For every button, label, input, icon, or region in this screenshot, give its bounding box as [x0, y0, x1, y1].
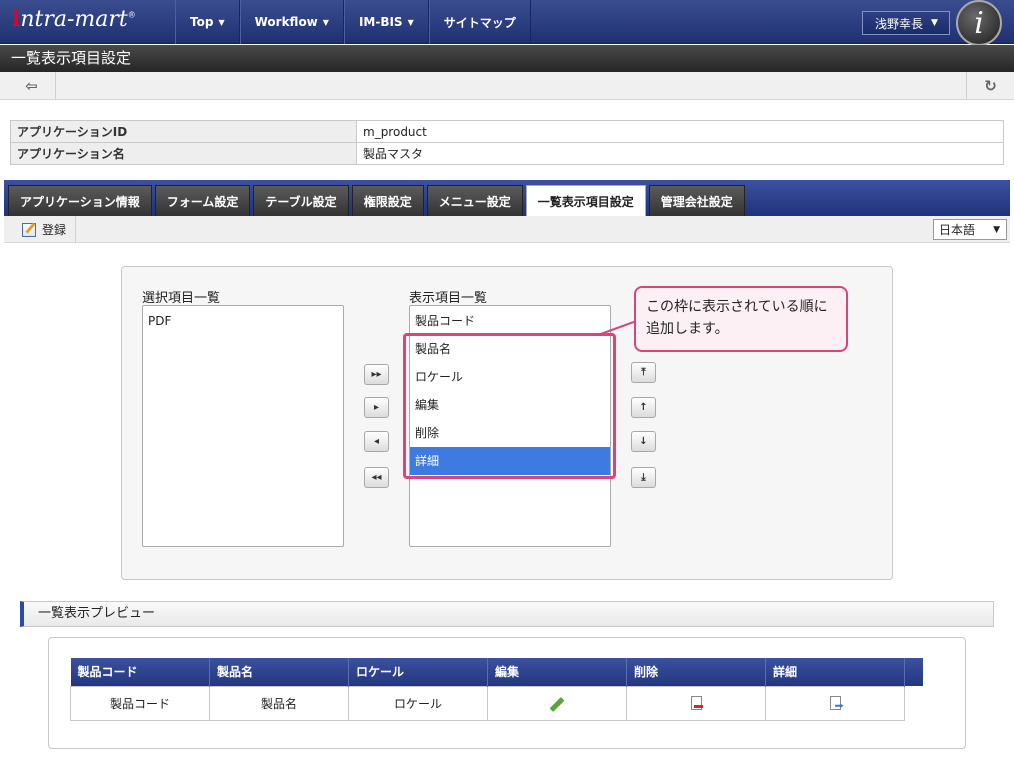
intra-mart-logo[interactable]: intra-mart®: [12, 6, 174, 38]
move-right-button[interactable]: ▸: [364, 397, 389, 418]
action-bar: 登録 日本語 ▼: [4, 216, 1010, 243]
column-header: 製品名: [209, 658, 349, 686]
info-key: アプリケーションID: [10, 120, 357, 143]
available-items-list[interactable]: PDF: [142, 305, 344, 547]
detail-doc-icon[interactable]: [829, 696, 841, 711]
language-select[interactable]: 日本語 ▼: [933, 219, 1007, 240]
annotation-highlight-frame: [403, 333, 616, 479]
tab-app-info[interactable]: アプリケーション情報: [8, 185, 152, 216]
nav-im-bis-label: IM-BIS: [358, 15, 403, 29]
nav-workflow[interactable]: Workflow ▼: [239, 0, 344, 44]
nav-workflow-label: Workflow: [254, 15, 318, 29]
tab-list-display-settings[interactable]: 一覧表示項目設定: [525, 185, 646, 216]
preview-table: 製品コード 製品名 ロケール 編集 削除 詳細 製品コード 製品名 ロケール: [70, 658, 923, 721]
table-row: 製品コード 製品名 ロケール: [70, 685, 923, 721]
scrollbar-gutter: [904, 686, 923, 720]
chevron-down-icon: ▼: [322, 17, 329, 27]
info-key: アプリケーション名: [10, 142, 357, 165]
language-value: 日本語: [939, 223, 976, 237]
move-top-button[interactable]: ⤒: [631, 362, 656, 383]
table-cell: 製品コード: [70, 685, 210, 721]
main-nav: Top ▼ Workflow ▼ IM-BIS ▼ サイトマップ: [175, 0, 531, 44]
column-header: 編集: [487, 658, 627, 686]
column-header: 削除: [626, 658, 766, 686]
table-cell: 製品名: [209, 685, 349, 721]
reload-icon[interactable]: ↻: [966, 72, 1014, 100]
intra-mart-i-icon[interactable]: i: [956, 0, 1002, 46]
chevron-down-icon: ▼: [993, 224, 1000, 235]
available-list-label: 選択項目一覧: [142, 291, 221, 306]
move-left-button[interactable]: ◂: [364, 431, 389, 452]
move-all-left-button[interactable]: ◂◂: [364, 467, 389, 488]
info-value: 製品マスタ: [356, 142, 1004, 165]
page-toolbar: ⇦ ↻: [0, 72, 1014, 100]
table-cell: ロケール: [348, 685, 488, 721]
nav-sitemap-label: サイトマップ: [443, 15, 516, 30]
table-row: アプリケーションID m_product: [10, 120, 1004, 143]
table-row: アプリケーション名 製品マスタ: [10, 142, 1004, 165]
list-item[interactable]: 製品コード: [410, 307, 610, 335]
table-cell: [765, 685, 905, 721]
column-header: 詳細: [765, 658, 905, 686]
column-header: ロケール: [348, 658, 488, 686]
info-value: m_product: [356, 120, 1004, 143]
nav-sitemap[interactable]: サイトマップ: [428, 0, 531, 44]
tab-company-settings[interactable]: 管理会社設定: [648, 185, 745, 216]
settings-tabs: アプリケーション情報 フォーム設定 テーブル設定 権限設定 メニュー設定 一覧表…: [4, 180, 1010, 216]
tab-menu-settings[interactable]: メニュー設定: [426, 185, 523, 216]
chevron-down-icon: ▼: [407, 17, 414, 27]
chevron-down-icon: ▼: [218, 17, 225, 27]
list-item[interactable]: PDF: [143, 306, 343, 332]
table-cell: [487, 685, 627, 721]
tab-permission-settings[interactable]: 権限設定: [351, 185, 424, 216]
delete-doc-icon[interactable]: [690, 696, 703, 711]
tab-form-settings[interactable]: フォーム設定: [154, 185, 251, 216]
user-menu-button[interactable]: 浅野幸長 ▼: [862, 11, 950, 35]
move-bottom-button[interactable]: ⤓: [631, 467, 656, 488]
displayed-list-label: 表示項目一覧: [409, 291, 488, 306]
table-cell: [626, 685, 766, 721]
edit-icon: [22, 222, 36, 237]
table-header-row: 製品コード 製品名 ロケール 編集 削除 詳細: [70, 658, 923, 686]
column-header: 製品コード: [70, 658, 210, 686]
back-arrow-icon[interactable]: ⇦: [8, 72, 56, 100]
tab-table-settings[interactable]: テーブル設定: [253, 185, 349, 216]
register-label: 登録: [42, 223, 67, 237]
move-all-right-button[interactable]: ▸▸: [364, 364, 389, 385]
page-title: 一覧表示項目設定: [0, 45, 1014, 72]
pencil-icon[interactable]: [549, 697, 565, 712]
chevron-down-icon: ▼: [931, 18, 938, 28]
register-button[interactable]: 登録: [12, 216, 77, 243]
nav-top-label: Top: [190, 15, 214, 29]
annotation-callout: この枠に表示されている順に追加します。: [634, 286, 848, 352]
move-up-button[interactable]: ↑: [631, 397, 656, 418]
preview-section-header: 一覧表示プレビュー: [20, 601, 994, 627]
app-info-table: アプリケーションID m_product アプリケーション名 製品マスタ: [10, 120, 1004, 165]
top-header: intra-mart® Top ▼ Workflow ▼ IM-BIS ▼ サイトマッ…: [0, 0, 1014, 46]
nav-top[interactable]: Top ▼: [175, 0, 240, 44]
scrollbar-gutter: [904, 658, 923, 686]
nav-im-bis[interactable]: IM-BIS ▼: [343, 0, 429, 44]
move-down-button[interactable]: ↓: [631, 431, 656, 452]
user-name: 浅野幸長: [875, 16, 924, 31]
